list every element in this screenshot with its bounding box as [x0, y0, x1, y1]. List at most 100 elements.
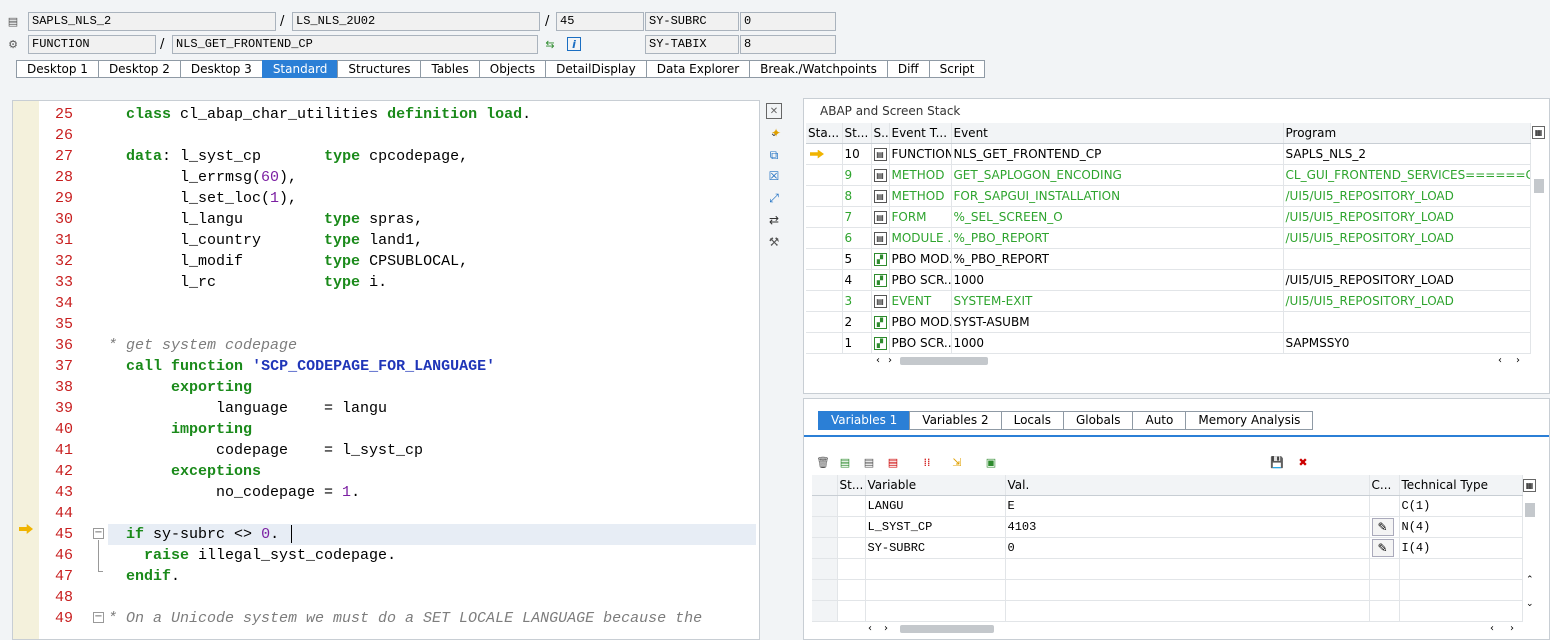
variable-value-cell[interactable] — [1005, 600, 1370, 622]
scroll-up-icon[interactable]: ⌃ — [1526, 575, 1534, 585]
variable-name-cell[interactable]: L_SYST_CP — [865, 516, 1006, 538]
scroll-left-icon[interactable]: ‹ — [1490, 623, 1494, 634]
variable-value-cell[interactable]: E — [1005, 495, 1370, 517]
code-line[interactable]: l_errmsg(60), — [108, 167, 756, 188]
tab-structures[interactable]: Structures — [337, 60, 421, 78]
column-header[interactable]: Variable — [865, 475, 1006, 496]
variable-row[interactable]: SY-SUBRC 0 ✎ I(4) — [812, 537, 1523, 559]
tab-locals[interactable]: Locals — [1000, 411, 1063, 430]
column-header[interactable]: Event T... — [889, 123, 952, 144]
code-line[interactable]: importing — [108, 419, 756, 440]
tab-data-explorer[interactable]: Data Explorer — [645, 60, 750, 78]
services-tool-icon[interactable]: ⚒ — [766, 234, 782, 250]
code-line[interactable]: codepage = l_syst_cp — [108, 440, 756, 461]
variable-name-cell[interactable]: LANGU — [865, 495, 1006, 517]
fold-toggle-icon[interactable]: − — [93, 612, 104, 623]
row-selector[interactable] — [812, 558, 838, 580]
row-selector[interactable] — [812, 579, 838, 601]
tab-detaildisplay[interactable]: DetailDisplay — [545, 60, 646, 78]
delete-row-icon[interactable]: ▤ — [886, 455, 900, 469]
pencil-icon[interactable]: ✎ — [1371, 538, 1394, 557]
program-field[interactable]: SAPLS_NLS_2 — [28, 12, 276, 31]
scroll-up-icon[interactable]: ▲ — [759, 105, 760, 117]
scroll-right-icon[interactable]: › — [888, 355, 892, 366]
variable-name-cell[interactable] — [865, 600, 1006, 622]
fold-toggle-icon[interactable]: − — [93, 528, 104, 539]
close-tool-icon[interactable]: ☒ — [766, 168, 782, 184]
tab-variables-2[interactable]: Variables 2 — [909, 411, 1001, 430]
column-settings-icon[interactable]: ▦ — [1523, 479, 1536, 492]
change-cell[interactable]: ✎ — [1369, 537, 1400, 559]
source-editor[interactable]: 25 26 27 28 29 30 31 32 33 34 35 36 37 38 39 40 41 42 43 44… — [12, 100, 760, 640]
scroll-thumb[interactable] — [1534, 179, 1544, 193]
variable-value-cell[interactable]: 0 — [1005, 537, 1370, 559]
variable-row[interactable] — [812, 558, 1523, 580]
scroll-top-icon[interactable]: ▲ — [759, 601, 760, 613]
column-header[interactable]: Program — [1283, 123, 1531, 144]
code-line[interactable]: class cl_abap_char_utilities definition … — [108, 104, 756, 125]
row-selector[interactable] — [812, 495, 838, 517]
scroll-right-icon[interactable]: › — [1516, 355, 1520, 366]
code-line[interactable]: call function 'SCP_CODEPAGE_FOR_LANGUAGE… — [108, 356, 756, 377]
scroll-thumb[interactable] — [900, 357, 988, 365]
export-icon[interactable]: ▣ — [984, 455, 998, 469]
code-line[interactable]: l_modif type CPSUBLOCAL, — [108, 251, 756, 272]
code-line[interactable] — [108, 314, 756, 335]
tab-memory-analysis[interactable]: Memory Analysis — [1185, 411, 1314, 430]
split-icon[interactable]: ⁞⁞ — [920, 455, 934, 469]
column-header[interactable]: Event — [951, 123, 1284, 144]
stack-vscroll[interactable] — [1534, 149, 1544, 349]
variable-name-cell[interactable] — [865, 579, 1006, 601]
pencil-icon[interactable]: ✎ — [1371, 517, 1394, 536]
save-icon[interactable]: 💾 — [1270, 455, 1284, 469]
code-line[interactable]: l_set_loc(1), — [108, 188, 756, 209]
change-cell[interactable] — [1369, 558, 1400, 580]
scroll-thumb[interactable] — [900, 625, 994, 633]
event-type-field[interactable]: FUNCTION — [28, 35, 156, 54]
code-line[interactable]: if sy-subrc <> 0. — [108, 524, 756, 545]
column-header[interactable]: Sta... — [806, 123, 843, 144]
stack-row[interactable]: 1 ▞ PBO SCR... 1000 SAPMSSY0 — [806, 332, 1531, 354]
code-line[interactable] — [108, 503, 756, 524]
code-line[interactable]: * get system codepage — [108, 335, 756, 356]
code-line[interactable]: endif. — [108, 566, 756, 587]
stack-row[interactable]: 3 ▤ EVENT SYSTEM-EXIT/UI5/UI5_REPOSITORY_LO… — [806, 290, 1531, 312]
scroll-left-icon[interactable]: ‹ — [868, 623, 872, 634]
scroll-down-icon[interactable]: ▼ — [759, 127, 760, 139]
column-header[interactable]: Technical Type — [1399, 475, 1523, 496]
code-line[interactable] — [108, 125, 756, 146]
maximize-tool-icon[interactable]: ⤢ — [766, 190, 782, 206]
stack-row[interactable]: 8 ▤ METHOD FOR_SAPGUI_INSTALLATION/UI5/UI5_… — [806, 185, 1531, 207]
code-line[interactable]: exporting — [108, 377, 756, 398]
code-line[interactable]: data: l_syst_cp type cpcodepage, — [108, 146, 756, 167]
replace-tool-icon[interactable]: ⧉ — [766, 147, 782, 163]
code-line[interactable]: l_langu type spras, — [108, 209, 756, 230]
vars-hscroll[interactable]: ‹ › ‹ › — [868, 623, 1528, 635]
column-header[interactable]: S... — [871, 123, 890, 144]
variable-row[interactable]: L_SYST_CP 4103 ✎ N(4) — [812, 516, 1523, 538]
row-selector[interactable] — [812, 516, 838, 538]
code-line[interactable]: language = langu — [108, 398, 756, 419]
column-header[interactable] — [812, 475, 838, 496]
new-tool-icon[interactable]: ✦ — [768, 125, 784, 141]
delete-variant-icon[interactable]: ✖ — [1296, 455, 1310, 469]
tab-diff[interactable]: Diff — [886, 60, 929, 78]
expand-icon[interactable]: ⇲ — [950, 455, 964, 469]
row-selector[interactable] — [812, 600, 838, 622]
info-icon[interactable]: i — [567, 37, 581, 51]
scroll-thumb[interactable] — [1525, 503, 1535, 517]
row-selector[interactable] — [812, 537, 838, 559]
close-editor-icon[interactable]: ✕ — [766, 103, 782, 119]
scroll-down-icon[interactable]: ⌄ — [1526, 599, 1534, 609]
include-field[interactable]: LS_NLS_2U02 — [292, 12, 540, 31]
tab-auto[interactable]: Auto — [1132, 411, 1186, 430]
trash-icon[interactable]: 🗑 — [816, 455, 830, 469]
event-name-field[interactable]: NLS_GET_FRONTEND_CP — [172, 35, 538, 54]
tab-variables-1[interactable]: Variables 1 — [818, 411, 910, 430]
tab-objects[interactable]: Objects — [478, 60, 546, 78]
tab-globals[interactable]: Globals — [1062, 411, 1133, 430]
code-line[interactable]: l_country type land1, — [108, 230, 756, 251]
code-line[interactable]: l_rc type i. — [108, 272, 756, 293]
code-line[interactable] — [108, 587, 756, 608]
stack-row[interactable]: 2▞PBO MOD...SYST-ASUBM — [806, 311, 1531, 333]
